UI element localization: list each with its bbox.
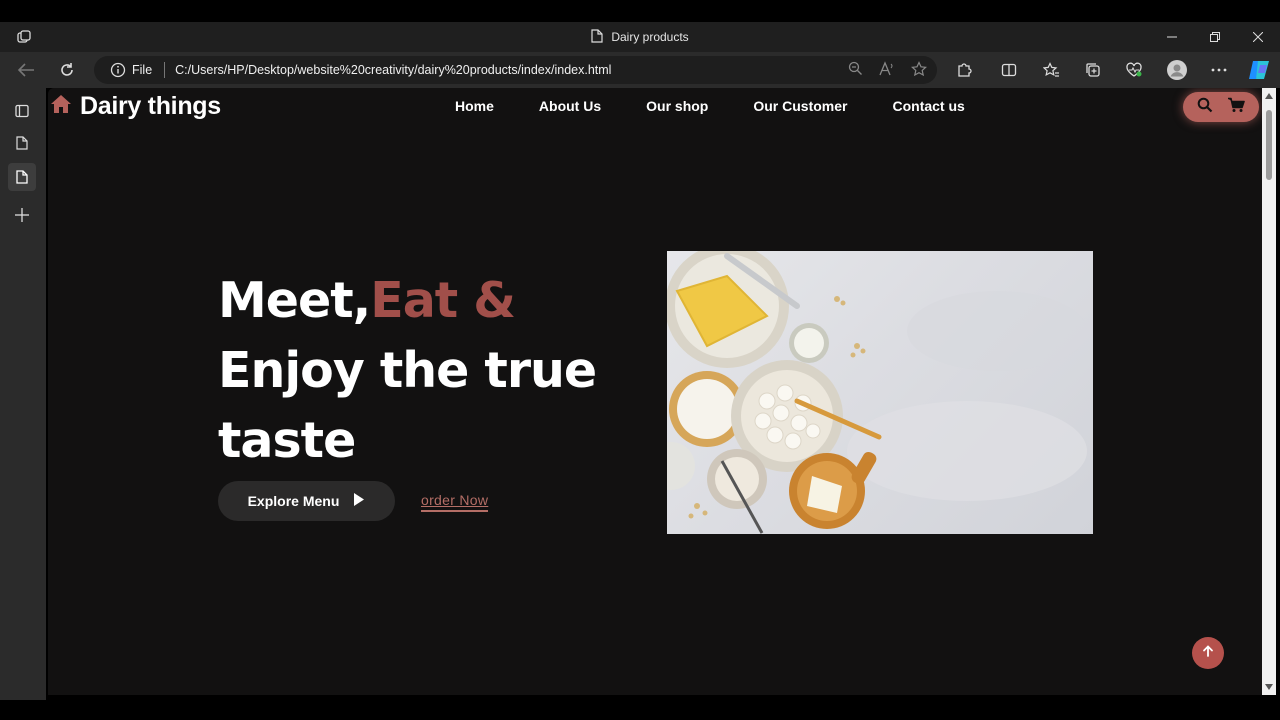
extensions-icon[interactable]	[951, 58, 977, 82]
hero-line-1-main: Meet,	[218, 272, 371, 329]
hero-line-2: Enjoy the true	[218, 342, 597, 399]
restore-button[interactable]	[1193, 22, 1237, 52]
favorite-star-icon[interactable]	[911, 60, 927, 80]
logo-text: Dairy things	[80, 92, 221, 120]
page-scrollbar[interactable]	[1262, 88, 1276, 695]
copilot-icon[interactable]	[1246, 58, 1272, 82]
browser-toolbar: File C:/Users/HP/Desktop/website%20creat…	[0, 52, 1280, 88]
more-options-icon[interactable]	[1206, 58, 1232, 82]
address-prefix: File	[132, 63, 153, 77]
cart-icon[interactable]	[1227, 97, 1245, 118]
scroll-up-arrow-icon[interactable]	[1264, 91, 1274, 101]
scroll-to-top-button[interactable]	[1192, 637, 1224, 669]
browser-essentials-icon[interactable]	[1121, 58, 1147, 82]
scrollbar-thumb[interactable]	[1266, 110, 1272, 180]
home-icon	[50, 94, 72, 119]
profile-avatar-icon[interactable]	[1164, 58, 1190, 82]
tab-title: Dairy products	[611, 30, 689, 44]
main-navigation: Home About Us Our shop Our Customer Cont…	[455, 98, 965, 114]
new-tab-plus-icon[interactable]	[8, 201, 36, 229]
zoom-out-icon[interactable]	[848, 61, 863, 79]
dairy-products-image	[667, 251, 1093, 534]
arrow-up-icon	[1202, 644, 1214, 662]
screen-top-border	[0, 0, 1280, 22]
explore-menu-label: Explore Menu	[247, 493, 340, 509]
favorites-icon[interactable]	[1038, 58, 1064, 82]
tab-actions-icon[interactable]	[8, 97, 36, 125]
scroll-down-arrow-icon[interactable]	[1264, 682, 1274, 692]
order-now-link[interactable]: order Now	[421, 492, 489, 512]
hero-line-1-accent: Eat &	[370, 272, 516, 329]
play-icon	[353, 492, 365, 510]
collections-icon[interactable]	[1080, 58, 1106, 82]
nav-contact-us[interactable]: Contact us	[892, 98, 964, 114]
vertical-tab-page-icon[interactable]	[8, 129, 36, 157]
search-cart-pill	[1183, 92, 1259, 122]
split-screen-icon[interactable]	[996, 58, 1022, 82]
read-aloud-icon[interactable]	[879, 61, 895, 79]
hero-line-1: Meet,Eat &	[218, 266, 658, 336]
page-icon	[591, 28, 603, 46]
explore-menu-button[interactable]: Explore Menu	[218, 481, 395, 521]
search-icon[interactable]	[1197, 97, 1213, 118]
info-icon[interactable]	[110, 62, 126, 78]
vertical-tab-active-page-icon[interactable]	[8, 163, 36, 191]
site-logo[interactable]: Dairy things	[50, 92, 221, 121]
page-viewport: Dairy things Home About Us Our shop Our …	[48, 88, 1262, 695]
minimize-button[interactable]	[1150, 22, 1194, 52]
address-bar[interactable]: File C:/Users/HP/Desktop/website%20creat…	[94, 56, 937, 84]
nav-about-us[interactable]: About Us	[539, 98, 601, 114]
screen-bottom-border	[0, 700, 1280, 720]
address-separator	[164, 62, 166, 78]
window-title: Dairy products	[0, 22, 1280, 52]
hero-line-3: taste	[218, 412, 356, 469]
vertical-tab-sidebar	[0, 88, 46, 700]
back-icon[interactable]	[13, 58, 39, 82]
title-bar: Dairy products	[0, 22, 1280, 52]
hero-heading: Meet,Eat & Enjoy the true taste	[218, 266, 658, 476]
url-text[interactable]: C:/Users/HP/Desktop/website%20creativity…	[175, 63, 611, 77]
close-button[interactable]	[1236, 22, 1280, 52]
refresh-icon[interactable]	[54, 58, 80, 82]
nav-home[interactable]: Home	[455, 98, 494, 114]
nav-our-customer[interactable]: Our Customer	[753, 98, 847, 114]
nav-our-shop[interactable]: Our shop	[646, 98, 708, 114]
